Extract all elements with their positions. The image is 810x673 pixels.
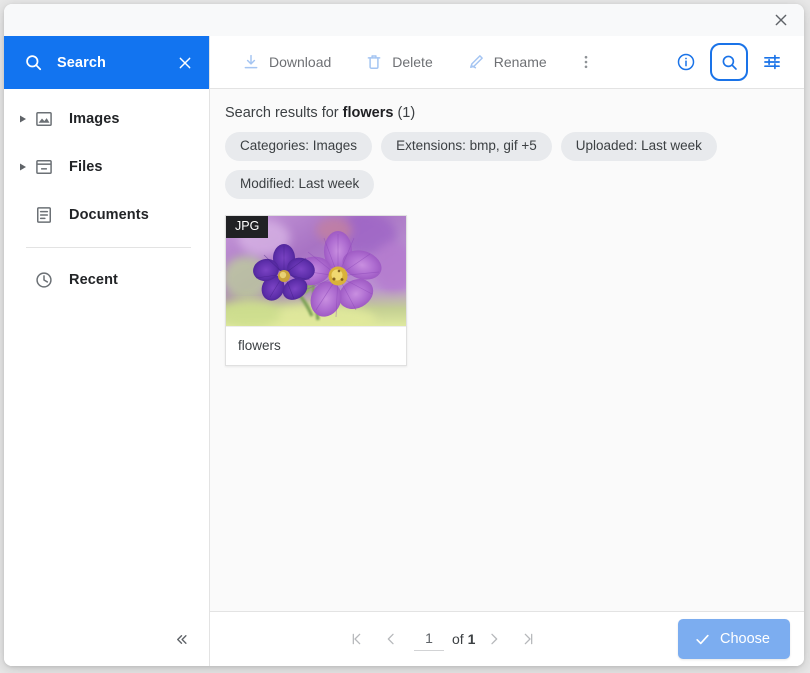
chevron-right-icon (486, 631, 502, 647)
document-icon (32, 205, 56, 225)
sidebar-item-images[interactable]: Images (4, 95, 209, 143)
dialog-footer: of 1 (210, 612, 804, 666)
first-page-button[interactable] (340, 622, 374, 656)
chevron-double-left-icon (174, 632, 189, 647)
results-summary: Search results for flowers (1) (225, 105, 784, 121)
sidebar-item-label: Documents (69, 207, 149, 223)
search-icon (720, 53, 739, 72)
filter-chips: Categories: Images Extensions: bmp, gif … (225, 132, 755, 199)
settings-button[interactable] (754, 44, 790, 80)
filter-chip-extensions[interactable]: Extensions: bmp, gif +5 (381, 132, 552, 161)
sidebar: Search (4, 36, 210, 666)
close-dialog-button[interactable] (768, 7, 794, 33)
choose-button[interactable]: Choose (678, 619, 790, 659)
dialog-titlebar (4, 4, 804, 36)
result-card[interactable]: JPG flowers (225, 215, 407, 366)
chevron-right-icon[interactable] (16, 163, 30, 171)
chevron-right-icon[interactable] (16, 115, 30, 123)
download-button[interactable]: Download (232, 45, 341, 79)
choose-button-label: Choose (720, 631, 770, 647)
search-icon (24, 53, 43, 72)
info-button[interactable] (668, 44, 704, 80)
delete-button[interactable]: Delete (355, 45, 442, 79)
pagination: of 1 (340, 622, 545, 656)
result-card-name: flowers (226, 326, 406, 365)
trash-icon (365, 53, 383, 71)
next-page-button[interactable] (477, 622, 511, 656)
file-box-icon (32, 157, 56, 177)
results-query: flowers (343, 105, 394, 121)
total-pages: 1 (468, 631, 476, 647)
more-vertical-icon (577, 53, 595, 71)
last-page-button[interactable] (511, 622, 545, 656)
download-button-label: Download (269, 54, 331, 70)
collapse-sidebar-button[interactable] (167, 625, 195, 653)
delete-button-label: Delete (392, 54, 432, 70)
filter-chip-categories[interactable]: Categories: Images (225, 132, 372, 161)
page-total-label: of 1 (452, 631, 475, 647)
more-actions-button[interactable] (571, 46, 601, 78)
file-picker-dialog: Search (4, 4, 804, 666)
sidebar-item-label: Images (69, 111, 120, 127)
main-panel: Download Delete (210, 36, 804, 666)
file-type-badge: JPG (226, 216, 268, 238)
filter-chip-uploaded[interactable]: Uploaded: Last week (561, 132, 717, 161)
sidebar-item-files[interactable]: Files (4, 143, 209, 191)
close-icon (773, 12, 789, 28)
of-text: of (452, 631, 464, 647)
sidebar-divider (26, 247, 191, 248)
dialog-body: Search (4, 36, 804, 666)
first-page-icon (349, 631, 365, 647)
thumbnail: JPG (226, 216, 406, 326)
clear-search-icon[interactable] (177, 55, 193, 71)
sidebar-nav: Images Files (4, 89, 209, 612)
sidebar-item-recent[interactable]: Recent (4, 256, 209, 304)
sidebar-item-label: Recent (69, 272, 118, 288)
last-page-icon (520, 631, 536, 647)
previous-page-button[interactable] (374, 622, 408, 656)
page-number-input[interactable] (414, 628, 444, 651)
check-icon (694, 631, 711, 648)
action-toolbar: Download Delete (210, 36, 804, 89)
download-icon (242, 53, 260, 71)
search-results-area: Search results for flowers (1) Categorie… (210, 89, 804, 612)
results-grid: JPG flowers (225, 215, 784, 366)
image-icon (32, 109, 56, 129)
pencil-icon (467, 53, 485, 71)
chevron-left-icon (383, 631, 399, 647)
sidebar-item-documents[interactable]: Documents (4, 191, 209, 239)
sidebar-item-label: Files (69, 159, 103, 175)
clock-icon (32, 270, 56, 290)
sidebar-footer (4, 612, 209, 666)
filter-chip-modified[interactable]: Modified: Last week (225, 170, 374, 199)
info-icon (676, 52, 696, 72)
sidebar-search-label: Search (57, 55, 177, 71)
results-prefix: Search results for (225, 105, 339, 121)
rename-button[interactable]: Rename (457, 45, 557, 79)
search-toggle-button[interactable] (710, 43, 748, 81)
rename-button-label: Rename (494, 54, 547, 70)
results-count: (1) (397, 105, 415, 121)
tune-icon (762, 52, 782, 72)
sidebar-item-search[interactable]: Search (4, 36, 209, 89)
